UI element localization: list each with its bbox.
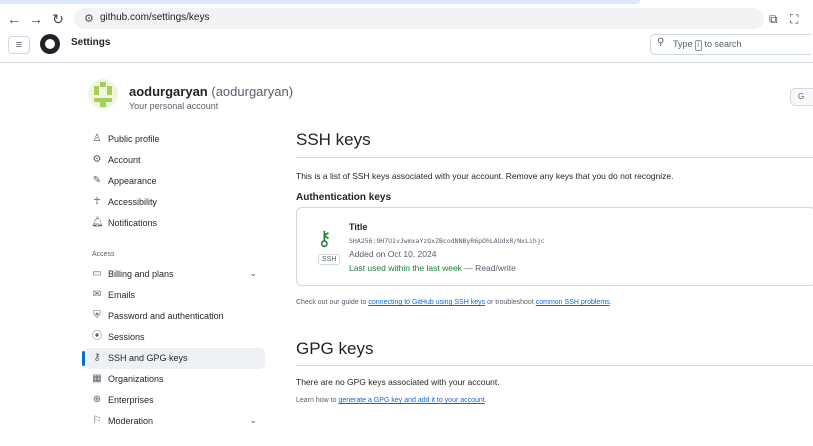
person-icon: ♙: [92, 133, 102, 144]
key-added-date: Added on Oct 10, 2024: [349, 249, 437, 259]
sidebar-item-label: SSH and GPG keys: [108, 353, 188, 363]
sidebar-item-enterprises[interactable]: ⊕ Enterprises: [84, 390, 265, 411]
github-logo-icon[interactable]: [40, 34, 60, 54]
ssh-key-item: ⚷ SSH Title SHA256:9H7U1vJwmxaYzQxZBcodN…: [296, 207, 813, 286]
browser-toolbar: ← → ↻ ⚙ github.com/settings/keys ⧉ ⛶: [0, 0, 813, 36]
key-last-used: Last used within the last week — Read/wr…: [349, 263, 516, 273]
accessibility-icon: ☥: [93, 196, 101, 207]
gpg-learn-text: Learn how to generate a GPG key and add …: [296, 397, 487, 404]
sidebar-item-label: Sessions: [108, 332, 145, 342]
mail-icon: ✉: [92, 289, 102, 300]
sidebar-item-sessions[interactable]: ⦿ Sessions: [84, 327, 265, 348]
globe-icon: ⊕: [92, 394, 102, 405]
profile-button[interactable]: G: [790, 88, 813, 106]
sidebar-item-accessibility[interactable]: ☥ Accessibility: [84, 192, 265, 213]
divider: [296, 157, 813, 158]
sidebar-item-label: Notifications: [108, 218, 158, 228]
bell-icon: 🔔︎: [91, 217, 104, 228]
key-icon: ⚷: [93, 352, 101, 363]
search-input[interactable]: ⚲ Type / to search: [650, 34, 811, 55]
github-header: ≡ Settings ⚲ Type / to search: [0, 34, 813, 63]
sidebar-item-ssh-gpg-keys[interactable]: ⚷ SSH and GPG keys: [82, 348, 265, 369]
key-access: — Read/write: [464, 263, 516, 273]
gpg-generate-link[interactable]: generate a GPG key and add it to your ac…: [338, 397, 484, 404]
slash-key-hint: /: [694, 40, 703, 51]
ssh-guide-link[interactable]: connecting to GitHub using SSH keys: [368, 299, 485, 306]
chevron-down-icon[interactable]: ⌄: [249, 415, 257, 426]
forward-icon[interactable]: →: [28, 11, 44, 27]
sidebar-item-billing[interactable]: ▭ Billing and plans ⌄: [84, 264, 265, 285]
organization-icon: ▦: [92, 373, 102, 384]
tab-strip-edge: [0, 0, 640, 4]
gpg-empty-text: There are no GPG keys associated with yo…: [296, 377, 500, 387]
account-name[interactable]: aodurgaryan (aodurgaryan): [129, 84, 293, 99]
ssh-guide-text: Check out our guide to connecting to Git…: [296, 299, 612, 306]
cast-icon[interactable]: ⧉: [769, 12, 778, 27]
search-placeholder: Type / to search: [673, 39, 742, 51]
chevron-down-icon[interactable]: ⌄: [249, 268, 257, 279]
translate-icon[interactable]: ⛶: [790, 12, 798, 27]
sidebar-item-label: Password and authentication: [108, 311, 224, 321]
account-subtitle: Your personal account: [129, 101, 219, 111]
search-icon: ⚲: [657, 37, 665, 48]
sidebar-item-notifications[interactable]: 🔔︎ Notifications: [84, 213, 265, 234]
sidebar-item-appearance[interactable]: ✎ Appearance: [84, 171, 265, 192]
back-icon[interactable]: ←: [6, 11, 22, 27]
paintbrush-icon: ✎: [92, 175, 102, 186]
menu-icon[interactable]: ≡: [8, 36, 30, 54]
header-title[interactable]: Settings: [71, 37, 110, 48]
shield-lock-icon: ⛨: [93, 310, 101, 321]
site-info-icon[interactable]: ⚙: [84, 12, 94, 25]
address-bar[interactable]: ⚙ github.com/settings/keys: [74, 8, 764, 29]
sidebar-item-public-profile[interactable]: ♙ Public profile: [84, 129, 265, 150]
section-label-access: Access: [92, 251, 115, 258]
key-title: Title: [349, 222, 368, 232]
broadcast-icon: ⦿: [92, 331, 102, 342]
gpg-section-title: GPG keys: [296, 339, 374, 358]
gear-icon: ⚙: [92, 154, 102, 165]
ssh-description: This is a list of SSH keys associated wi…: [296, 171, 674, 181]
ssh-troubleshoot-link[interactable]: common SSH problems: [536, 299, 610, 306]
sidebar-item-organizations[interactable]: ▦ Organizations: [84, 369, 265, 390]
avatar[interactable]: [88, 79, 118, 109]
page-title: SSH keys: [296, 130, 371, 149]
sidebar-item-label: Organizations: [108, 374, 164, 384]
sidebar-item-label: Billing and plans: [108, 269, 174, 279]
auth-keys-heading: Authentication keys: [296, 192, 392, 203]
reload-icon[interactable]: ↻: [50, 11, 66, 27]
sidebar-item-label: Appearance: [108, 176, 157, 186]
sidebar-item-label: Moderation: [108, 416, 154, 426]
ssh-badge: SSH: [318, 254, 341, 265]
key-fingerprint: SHA256:9H7U1vJwmxaYzQxZBcodNNByR6pOhLAUd…: [349, 237, 545, 245]
sidebar-item-moderation[interactable]: ⚐ Moderation ⌄: [84, 411, 265, 432]
credit-card-icon: ▭: [92, 268, 102, 279]
sidebar-item-emails[interactable]: ✉ Emails: [84, 285, 265, 306]
sidebar-item-label: Enterprises: [108, 395, 154, 405]
divider: [296, 365, 813, 366]
sidebar-item-label: Account: [108, 155, 141, 165]
sidebar-item-label: Accessibility: [108, 197, 158, 207]
report-icon: ⚐: [92, 415, 102, 426]
sidebar-item-label: Public profile: [108, 134, 160, 144]
sidebar-item-label: Emails: [108, 290, 136, 300]
sidebar-item-account[interactable]: ⚙ Account: [84, 150, 265, 171]
url-text[interactable]: github.com/settings/keys: [100, 12, 210, 23]
key-icon: ⚷: [317, 228, 332, 250]
sidebar-item-password[interactable]: ⛨ Password and authentication: [84, 306, 265, 327]
